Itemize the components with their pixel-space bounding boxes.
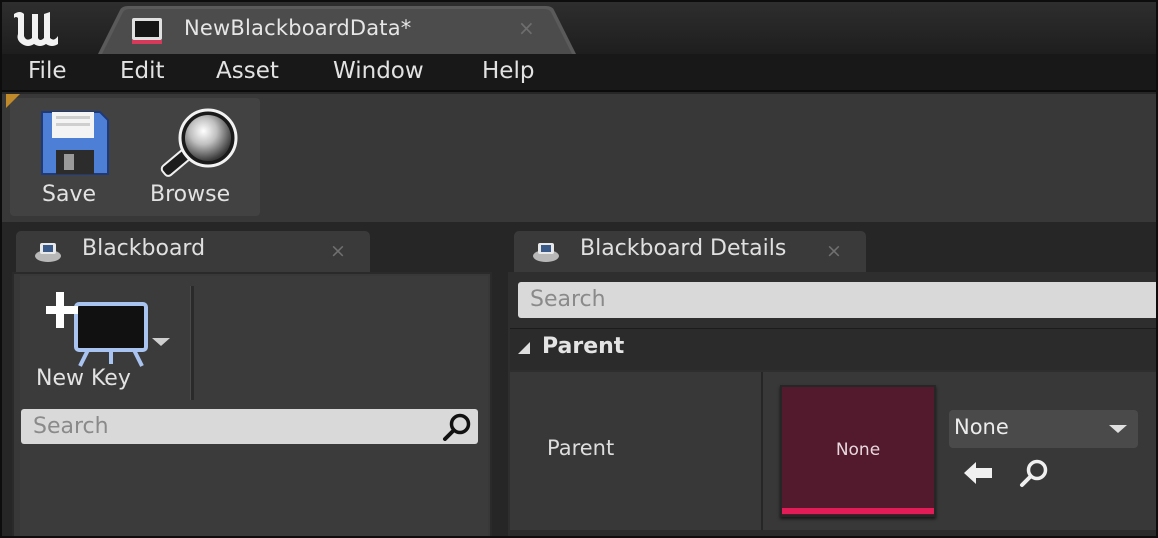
asset-thumbnail-label: None	[835, 440, 881, 460]
collapse-triangle-icon[interactable]	[518, 342, 530, 354]
save-button[interactable]: Save	[32, 106, 118, 214]
tab-blackboard-details[interactable]: Blackboard Details ×	[514, 231, 866, 273]
menu-window[interactable]: Window	[333, 58, 424, 84]
menu-edit[interactable]: Edit	[120, 58, 165, 84]
blackboard-tab-label: Blackboard	[82, 236, 206, 261]
menu-file[interactable]: File	[28, 58, 67, 84]
blackboard-asset-icon	[132, 18, 162, 44]
blackboard-tab-icon	[35, 243, 61, 262]
details-panel-footer	[510, 530, 1156, 536]
parent-section-title: Parent	[542, 334, 625, 359]
toolbar-separator	[190, 286, 194, 400]
blackboard-tab-close-icon[interactable]: ×	[330, 240, 346, 262]
document-tab-label: NewBlackboardData*	[184, 16, 412, 40]
floppy-disk-icon	[41, 111, 109, 175]
toolbar-corner-marker	[6, 94, 20, 108]
menu-bar: File Edit Asset Window Help	[2, 54, 1156, 92]
document-tab[interactable]: NewBlackboardData* ×	[98, 6, 576, 54]
browse-asset-search-icon[interactable]	[1018, 458, 1050, 488]
menu-help[interactable]: Help	[482, 58, 534, 84]
blackboard-details-tab-close-icon[interactable]: ×	[826, 240, 842, 262]
document-tab-close-icon[interactable]: ×	[518, 16, 535, 40]
tab-blackboard[interactable]: Blackboard ×	[16, 231, 370, 273]
new-key-label: New Key	[36, 366, 131, 391]
use-selected-arrow-icon[interactable]	[962, 460, 994, 486]
browse-label: Browse	[150, 182, 231, 207]
asset-thumbnail-type-bar	[782, 508, 934, 514]
editor-window: NewBlackboardData* × File Edit Asset Win…	[0, 0, 1158, 538]
browse-button[interactable]: Browse	[142, 106, 252, 214]
blackboard-details-tab-label: Blackboard Details	[580, 236, 787, 261]
magnifier-icon	[160, 108, 238, 177]
details-search-input[interactable]	[530, 285, 1130, 314]
unreal-engine-logo[interactable]	[10, 8, 62, 48]
blackboard-search-box[interactable]	[21, 409, 478, 444]
menu-asset[interactable]: Asset	[216, 58, 279, 84]
search-icon[interactable]	[442, 413, 472, 441]
new-key-dropdown-caret-icon[interactable]	[152, 338, 170, 346]
combo-chevron-down-icon[interactable]	[1109, 425, 1127, 433]
parent-asset-combo-value: None	[954, 415, 1009, 439]
property-column-divider[interactable]	[761, 372, 763, 530]
save-label: Save	[42, 182, 97, 207]
new-key-icon	[46, 292, 148, 367]
details-search-box[interactable]	[518, 282, 1156, 318]
blackboard-details-tab-icon	[533, 243, 559, 262]
parent-property-name: Parent	[547, 436, 615, 460]
blackboard-search-input[interactable]	[33, 412, 433, 441]
